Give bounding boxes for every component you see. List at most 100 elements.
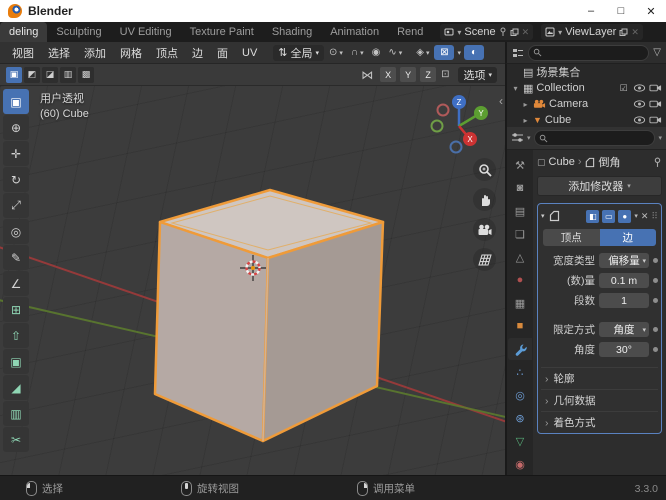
mirror-icon[interactable]: ⋈ bbox=[358, 68, 376, 82]
remove-modifier-icon[interactable]: ✕ bbox=[641, 211, 649, 222]
scene-selector[interactable]: ▾ Scene ✕ bbox=[440, 24, 534, 40]
tool-rotate[interactable]: ↻ bbox=[3, 167, 29, 192]
select-mode-vertex[interactable]: ▣ bbox=[6, 66, 22, 83]
tab-render[interactable]: ◙ bbox=[508, 177, 532, 199]
new-viewlayer-icon[interactable] bbox=[619, 28, 628, 37]
section-geometry[interactable]: › 几何数据 bbox=[541, 389, 658, 411]
animate-dot[interactable] bbox=[653, 347, 658, 352]
snap-options-icon[interactable]: ⊡ bbox=[438, 69, 452, 80]
tab-object-data[interactable]: ▽ bbox=[508, 430, 532, 452]
tab-modifiers[interactable] bbox=[508, 338, 532, 360]
tree-collapsed-icon[interactable]: ▸ bbox=[521, 116, 530, 125]
viewlayer-selector[interactable]: ▾ ViewLayer ✕ bbox=[541, 24, 643, 40]
overlays-toggle[interactable]: ◐ bbox=[464, 45, 484, 60]
mirror-y-button[interactable]: Y bbox=[400, 67, 417, 82]
disable-render-camera-icon[interactable] bbox=[649, 99, 662, 109]
editor-type-properties-icon[interactable] bbox=[511, 132, 524, 144]
tab-particles[interactable]: ∴ bbox=[508, 361, 532, 383]
menu-vertex[interactable]: 顶点 bbox=[150, 45, 184, 61]
minimize-button[interactable]: – bbox=[576, 0, 606, 22]
menu-select[interactable]: 选择 bbox=[42, 45, 76, 61]
tool-annotate[interactable]: ✎ bbox=[3, 245, 29, 270]
outliner-row-camera[interactable]: ▸ Camera bbox=[507, 96, 666, 112]
display-editmode-toggle[interactable]: ◧ bbox=[586, 209, 600, 223]
menu-mesh[interactable]: 网格 bbox=[114, 45, 148, 61]
amount-field[interactable]: 0.1 m bbox=[599, 273, 649, 288]
drag-handle-icon[interactable]: ⠿ bbox=[651, 211, 658, 222]
animate-dot[interactable] bbox=[653, 258, 658, 263]
tab-output[interactable]: ▤ bbox=[508, 200, 532, 222]
add-modifier-button[interactable]: 添加修改器 ▾ bbox=[537, 176, 662, 196]
workspace-tab-sculpting[interactable]: Sculpting bbox=[47, 22, 110, 42]
mirror-x-button[interactable]: X bbox=[380, 67, 397, 82]
menu-edge[interactable]: 边 bbox=[186, 45, 209, 61]
menu-uv[interactable]: UV bbox=[236, 47, 263, 59]
camera-view-icon[interactable] bbox=[473, 218, 496, 241]
tool-knife[interactable]: ✂ bbox=[3, 427, 29, 452]
tab-world[interactable]: ● bbox=[508, 269, 532, 291]
menu-add[interactable]: 添加 bbox=[78, 45, 112, 61]
workspace-tab-shading[interactable]: Shading bbox=[263, 22, 321, 42]
workspace-tab-uv-editing[interactable]: UV Editing bbox=[111, 22, 181, 42]
display-render-toggle[interactable]: ● bbox=[618, 209, 632, 223]
tool-extrude-region[interactable]: ⇧ bbox=[3, 323, 29, 348]
maximize-button[interactable]: □ bbox=[606, 0, 636, 22]
workspace-tab-animation[interactable]: Animation bbox=[321, 22, 388, 42]
panel-expand-icon[interactable]: ▾ bbox=[541, 212, 545, 220]
section-profile[interactable]: › 轮廓 bbox=[541, 367, 658, 389]
hide-eye-icon[interactable] bbox=[633, 83, 646, 93]
new-scene-icon[interactable] bbox=[510, 28, 519, 37]
select-mode-face[interactable]: ◪ bbox=[42, 66, 58, 83]
transform-orientation-dropdown[interactable]: ⇅ 全局 ▾ bbox=[273, 44, 325, 61]
pin-icon[interactable] bbox=[499, 27, 507, 37]
snap-magnet-toggle[interactable]: ∩ ▾ bbox=[348, 47, 367, 58]
animate-dot[interactable] bbox=[653, 327, 658, 332]
disable-render-camera-icon[interactable] bbox=[649, 115, 662, 125]
xray-toggle[interactable]: ⊠ bbox=[434, 45, 455, 60]
limit-method-dropdown[interactable]: 角度 ▾ bbox=[599, 322, 649, 337]
pivot-point-dropdown[interactable]: ⊙ ▾ bbox=[326, 47, 346, 58]
select-mode-edge[interactable]: ◩ bbox=[24, 66, 40, 83]
gizmo-toggle[interactable]: ◈ ▾ bbox=[413, 47, 432, 58]
zoom-icon[interactable] bbox=[473, 158, 496, 181]
tab-constraints[interactable]: ⊛ bbox=[508, 407, 532, 429]
tool-inset-faces[interactable]: ▣ bbox=[3, 349, 29, 374]
delete-viewlayer-icon[interactable]: ✕ bbox=[631, 27, 639, 38]
falloff-dropdown[interactable]: ∿ ▾ bbox=[385, 47, 405, 58]
breadcrumb-object[interactable]: Cube bbox=[549, 156, 575, 168]
mirror-z-button[interactable]: Z bbox=[420, 67, 437, 82]
xray-dropdown[interactable]: ▾ bbox=[456, 49, 462, 57]
workspace-tab-modeling[interactable]: deling bbox=[0, 22, 48, 42]
editor-type-outliner-icon[interactable] bbox=[512, 47, 524, 59]
select-mode-island[interactable]: ▥ bbox=[60, 66, 76, 83]
hide-eye-icon[interactable] bbox=[633, 115, 646, 125]
workspace-tab-texture-paint[interactable]: Texture Paint bbox=[181, 22, 263, 42]
disable-render-camera-icon[interactable] bbox=[649, 83, 662, 93]
tab-tool[interactable]: ⚒ bbox=[508, 154, 532, 176]
breadcrumb-modifier[interactable]: 倒角 bbox=[598, 154, 620, 170]
orthographic-grid-icon[interactable] bbox=[473, 248, 496, 271]
filter-dropdown-icon[interactable]: ▾ bbox=[658, 134, 662, 142]
collection-checkbox-icon[interactable]: ☑ bbox=[617, 83, 630, 94]
tool-bevel[interactable]: ◢ bbox=[3, 375, 29, 400]
section-shading[interactable]: › 着色方式 bbox=[541, 411, 658, 433]
display-realtime-toggle[interactable]: ▭ bbox=[602, 209, 616, 223]
segments-field[interactable]: 1 bbox=[599, 293, 649, 308]
tab-collection[interactable]: ▦ bbox=[508, 292, 532, 314]
tab-physics[interactable]: ◎ bbox=[508, 384, 532, 406]
tool-transform[interactable]: ◎ bbox=[3, 219, 29, 244]
tab-material[interactable]: ◉ bbox=[508, 453, 532, 475]
tab-view-layer[interactable]: ❏ bbox=[508, 223, 532, 245]
tab-scene[interactable]: △ bbox=[508, 246, 532, 268]
tool-scale[interactable]: ⤢ bbox=[3, 193, 29, 218]
tool-measure[interactable]: ∠ bbox=[3, 271, 29, 296]
workspace-tab-rendering[interactable]: Rend bbox=[388, 22, 432, 42]
tree-expand-icon[interactable]: ▾ bbox=[511, 84, 520, 93]
tool-loop-cut[interactable]: ▥ bbox=[3, 401, 29, 426]
animate-dot[interactable] bbox=[653, 298, 658, 303]
tool-select-box[interactable]: ▣ bbox=[3, 89, 29, 114]
tree-collapsed-icon[interactable]: ▸ bbox=[521, 100, 530, 109]
tool-cursor[interactable]: ⊕ bbox=[3, 115, 29, 140]
properties-search-input[interactable] bbox=[533, 130, 656, 146]
options-dropdown[interactable]: 选项 ▾ bbox=[458, 66, 497, 83]
